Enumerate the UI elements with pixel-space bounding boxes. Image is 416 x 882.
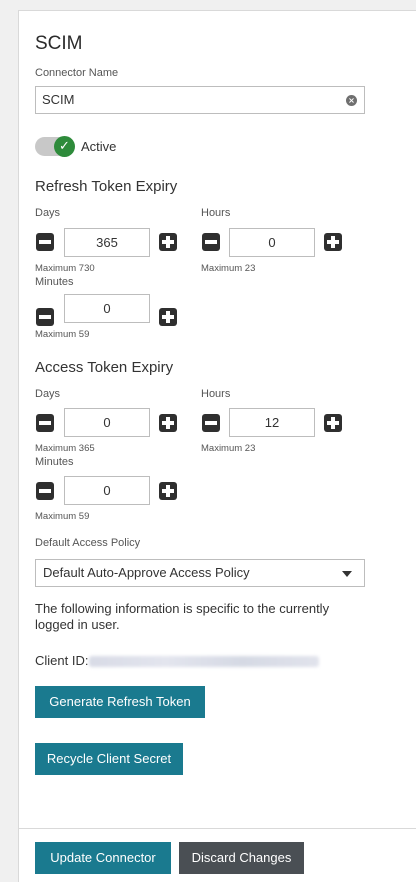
access-days-minus-button[interactable] <box>36 414 54 432</box>
refresh-minutes-input[interactable]: 0 <box>64 294 150 323</box>
default-access-policy-value: Default Auto-Approve Access Policy <box>43 565 250 580</box>
access-days-input[interactable]: 0 <box>64 408 150 437</box>
refresh-hours-label: Hours <box>201 207 231 219</box>
access-token-expiry-heading: Access Token Expiry <box>35 359 174 376</box>
panel-title: SCIM <box>35 33 83 54</box>
refresh-hours-minus-button[interactable] <box>202 233 220 251</box>
access-days-label: Days <box>35 388 61 400</box>
recycle-client-secret-button[interactable]: Recycle Client Secret <box>35 743 183 775</box>
connector-name-input[interactable]: SCIM × <box>35 86 365 114</box>
refresh-days-plus-button[interactable] <box>159 233 177 251</box>
minus-icon <box>39 489 51 493</box>
chevron-down-icon <box>342 571 352 577</box>
refresh-minutes-minus-button[interactable] <box>36 308 54 326</box>
access-hours-input[interactable]: 12 <box>229 408 315 437</box>
minus-icon <box>205 240 217 244</box>
refresh-days-input[interactable]: 365 <box>64 228 150 257</box>
access-minutes-max: Maximum 59 <box>35 511 90 522</box>
refresh-days-label: Days <box>35 207 61 219</box>
access-days-max: Maximum 365 <box>35 443 95 454</box>
refresh-hours-max: Maximum 23 <box>201 263 256 274</box>
refresh-token-expiry-heading: Refresh Token Expiry <box>35 178 178 195</box>
default-access-policy-select[interactable]: Default Auto-Approve Access Policy <box>35 559 365 587</box>
access-minutes-plus-button[interactable] <box>159 482 177 500</box>
minus-icon <box>39 315 51 319</box>
footer-divider <box>19 828 416 829</box>
discard-changes-button[interactable]: Discard Changes <box>179 842 304 874</box>
minus-icon <box>39 421 51 425</box>
refresh-hours-plus-button[interactable] <box>324 233 342 251</box>
clear-icon[interactable]: × <box>346 95 357 106</box>
refresh-hours-input[interactable]: 0 <box>229 228 315 257</box>
refresh-days-minus-button[interactable] <box>36 233 54 251</box>
access-minutes-input[interactable]: 0 <box>64 476 150 505</box>
client-id-label: Client ID: <box>35 653 89 668</box>
access-hours-minus-button[interactable] <box>202 414 220 432</box>
access-hours-label: Hours <box>201 388 231 400</box>
connector-name-value: SCIM <box>42 92 75 107</box>
refresh-minutes-plus-button[interactable] <box>159 308 177 326</box>
client-id-value-redacted <box>89 656 319 667</box>
active-label: Active <box>81 139 117 154</box>
refresh-minutes-label: Minutes <box>35 276 74 288</box>
access-minutes-label: Minutes <box>35 456 74 468</box>
minus-icon <box>39 240 51 244</box>
default-access-policy-label: Default Access Policy <box>35 537 141 549</box>
refresh-minutes-max: Maximum 59 <box>35 329 90 340</box>
access-days-plus-button[interactable] <box>159 414 177 432</box>
user-info-text: The following information is specific to… <box>35 601 330 632</box>
access-hours-max: Maximum 23 <box>201 443 256 454</box>
access-minutes-minus-button[interactable] <box>36 482 54 500</box>
connector-name-label: Connector Name <box>35 67 119 79</box>
active-toggle[interactable]: ✓ <box>35 136 75 157</box>
minus-icon <box>205 421 217 425</box>
access-hours-plus-button[interactable] <box>324 414 342 432</box>
check-icon: ✓ <box>54 136 75 157</box>
refresh-days-max: Maximum 730 <box>35 263 95 274</box>
update-connector-button[interactable]: Update Connector <box>35 842 171 874</box>
generate-refresh-token-button[interactable]: Generate Refresh Token <box>35 686 205 718</box>
scim-connector-panel: SCIM Connector Name SCIM × ✓ Active Refr… <box>18 10 416 882</box>
